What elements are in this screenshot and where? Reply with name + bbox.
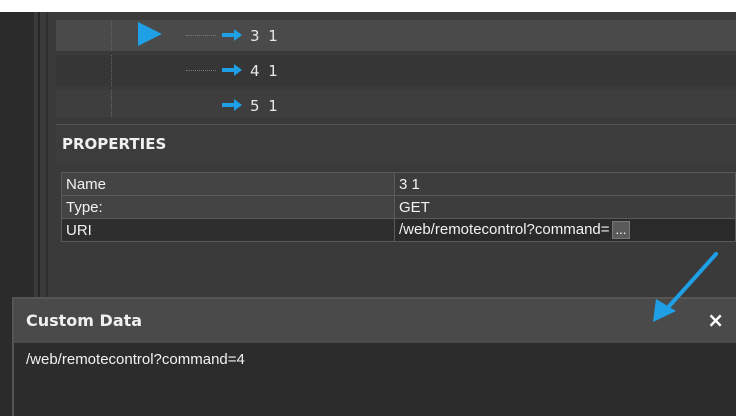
tree-guide-line bbox=[111, 90, 112, 117]
tree-item-label: 3 1 bbox=[250, 27, 280, 45]
divider bbox=[38, 12, 40, 302]
arrow-right-icon bbox=[222, 64, 242, 76]
arrow-right-icon bbox=[222, 99, 242, 111]
property-key: Name bbox=[61, 172, 395, 196]
tree-guide-line bbox=[186, 35, 216, 36]
property-row-type[interactable]: Type: GET bbox=[61, 195, 736, 219]
tree-item-label: 5 1 bbox=[250, 97, 280, 115]
tree-item[interactable]: 5 1 bbox=[56, 90, 736, 117]
property-value[interactable]: 3 1 bbox=[394, 172, 736, 196]
arrow-right-icon bbox=[222, 29, 242, 41]
tree-guide-line bbox=[186, 70, 216, 71]
custom-data-text[interactable]: /web/remotecontrol?command=4 bbox=[26, 351, 245, 368]
properties-title: PROPERTIES bbox=[62, 135, 167, 153]
play-icon[interactable] bbox=[138, 22, 162, 46]
properties-header: PROPERTIES bbox=[56, 124, 736, 164]
property-key: URI bbox=[61, 218, 395, 242]
custom-data-text-area[interactable]: /web/remotecontrol?command=4 bbox=[14, 343, 736, 416]
property-row-name[interactable]: Name 3 1 bbox=[61, 172, 736, 196]
property-row-uri[interactable]: URI /web/remotecontrol?command=... bbox=[61, 218, 736, 242]
close-icon[interactable]: × bbox=[707, 308, 724, 332]
properties-table: Name 3 1 Type: GET URI /web/remotecontro… bbox=[61, 172, 736, 242]
properties-panel: Name 3 1 Type: GET URI /web/remotecontro… bbox=[56, 163, 736, 298]
tree-item-label: 4 1 bbox=[250, 62, 280, 80]
dialog-title: Custom Data bbox=[26, 311, 143, 330]
divider bbox=[46, 12, 48, 302]
tree-item[interactable]: 3 1 bbox=[56, 20, 736, 51]
command-tree: 3 1 4 1 5 1 bbox=[56, 12, 736, 117]
dialog-header: Custom Data × bbox=[14, 299, 736, 343]
tree-guide-line bbox=[111, 20, 112, 51]
property-value[interactable]: /web/remotecontrol?command= bbox=[399, 221, 610, 238]
edit-ellipsis-button[interactable]: ... bbox=[611, 221, 631, 239]
property-value[interactable]: GET bbox=[394, 195, 736, 219]
app-window: 3 1 4 1 5 1 PROPERTIES Name 3 1 Type: GE… bbox=[0, 0, 736, 416]
property-key: Type: bbox=[61, 195, 395, 219]
property-value-cell[interactable]: /web/remotecontrol?command=... bbox=[394, 218, 736, 242]
custom-data-dialog: Custom Data × /web/remotecontrol?command… bbox=[12, 297, 736, 416]
tree-item[interactable]: 4 1 bbox=[56, 55, 736, 86]
tree-guide-line bbox=[111, 55, 112, 86]
